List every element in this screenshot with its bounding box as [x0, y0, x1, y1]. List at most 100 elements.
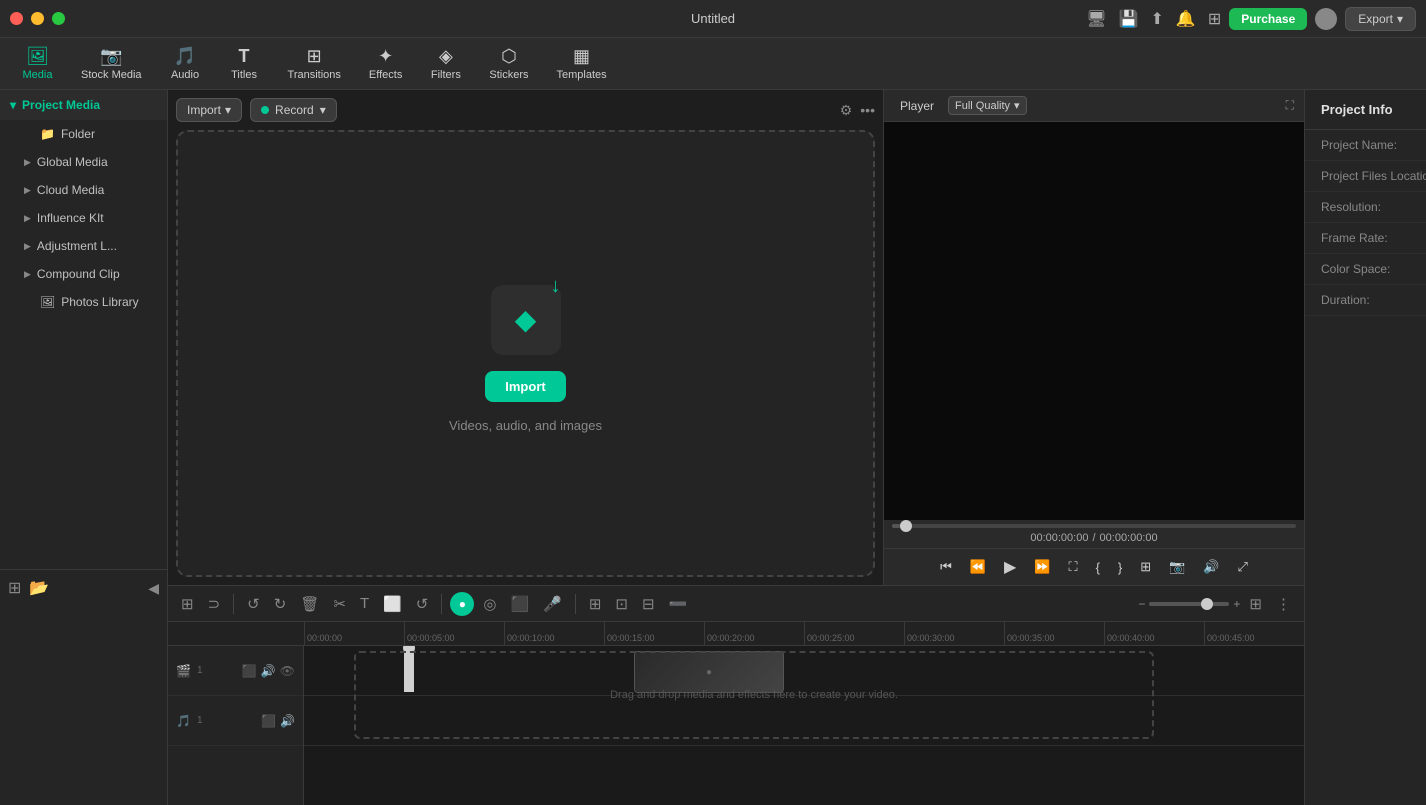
- zoom-thumb[interactable]: [1201, 598, 1213, 610]
- bell-icon[interactable]: 🔔: [1176, 9, 1196, 29]
- import-center-button[interactable]: Import: [485, 371, 565, 402]
- timeline-zoom-out-button[interactable]: ➖: [664, 592, 693, 616]
- video-clip[interactable]: ●: [634, 651, 784, 693]
- sidebar-item-photos-library[interactable]: 🖼 Photos Library: [0, 288, 167, 316]
- timeline-rotate-button[interactable]: ↺: [411, 592, 434, 616]
- progress-thumb[interactable]: [900, 520, 912, 532]
- toolbar-templates[interactable]: ▦ Templates: [544, 42, 618, 85]
- in-point-button[interactable]: {: [1092, 558, 1104, 577]
- timeline-clip-button[interactable]: ⬛: [505, 592, 534, 616]
- filter-icon[interactable]: ⚙: [840, 102, 853, 119]
- sidebar-item-global-media[interactable]: ▶ Global Media: [0, 148, 167, 176]
- player-tab[interactable]: Player: [894, 97, 940, 115]
- timeline-more-button[interactable]: ⋮: [1271, 592, 1296, 616]
- timeline-snap-button[interactable]: ⊞: [176, 592, 199, 616]
- project-media-header[interactable]: ▾ Project Media: [0, 90, 167, 120]
- toolbar-stickers[interactable]: ⬡ Stickers: [477, 42, 540, 85]
- total-time: 00:00:00:00: [1100, 532, 1158, 544]
- play-button[interactable]: ▶: [1000, 555, 1020, 579]
- timeline-redo-button[interactable]: ↻: [269, 592, 292, 616]
- close-button[interactable]: [10, 12, 23, 25]
- frame-forward-button[interactable]: ⏩: [1030, 557, 1054, 577]
- minimize-button[interactable]: [31, 12, 44, 25]
- more-options-icon[interactable]: •••: [860, 102, 875, 118]
- monitor-icon[interactable]: 🖥: [1086, 9, 1106, 29]
- import-button[interactable]: Import ▾: [176, 98, 242, 122]
- timeline-camera-button[interactable]: ◎: [478, 592, 501, 616]
- player-progress: 00:00:00:00 / 00:00:00:00: [884, 520, 1304, 548]
- timeline-record-button[interactable]: ●: [450, 592, 474, 616]
- timeline-delete-button[interactable]: 🗑: [295, 592, 324, 616]
- toolbar-audio[interactable]: 🎵 Audio: [158, 42, 213, 85]
- info-label-colorspace: Color Space:: [1321, 262, 1426, 276]
- skip-back-button[interactable]: ⏮: [936, 557, 956, 577]
- toolbar-filters[interactable]: ◈ Filters: [418, 42, 473, 85]
- sidebar-item-adjustment[interactable]: ▶ Adjustment L...: [0, 232, 167, 260]
- traffic-lights: [10, 12, 65, 25]
- audio-button[interactable]: 🔊: [1199, 557, 1223, 577]
- track-mute-icon[interactable]: 🔊: [261, 664, 276, 678]
- quality-select[interactable]: Full Quality ▾: [948, 96, 1027, 115]
- zoom-slider[interactable]: [1149, 602, 1229, 606]
- frame-back-button[interactable]: ⏪: [966, 557, 990, 577]
- avatar[interactable]: [1315, 8, 1337, 30]
- zoom-plus-icon[interactable]: +: [1233, 597, 1240, 611]
- collapse-sidebar-icon[interactable]: ◀: [148, 580, 159, 597]
- info-row-location: Project Files Location: /: [1305, 161, 1426, 192]
- timeline-crop-button[interactable]: ⬜: [378, 592, 407, 616]
- timeline-detach-button[interactable]: ⊞: [584, 592, 607, 616]
- sidebar-item-influence-kit[interactable]: ▶ Influence KIt: [0, 204, 167, 232]
- track-lock-icon[interactable]: 👁: [280, 664, 295, 678]
- record-button[interactable]: Record ▾: [250, 98, 337, 122]
- photos-icon: 🖼: [40, 295, 55, 309]
- out-point-button[interactable]: }: [1114, 558, 1126, 577]
- toolbar-media[interactable]: 🖼 Media: [10, 42, 65, 85]
- transform-button[interactable]: ⤢: [1234, 557, 1252, 577]
- upload-icon[interactable]: ⬆: [1151, 9, 1164, 29]
- progress-bar[interactable]: [892, 524, 1296, 528]
- audio-track-export-icon[interactable]: ⬛: [261, 714, 276, 728]
- toolbar-separator: [233, 594, 234, 614]
- maximize-button[interactable]: [52, 12, 65, 25]
- info-label-duration: Duration:: [1321, 293, 1426, 307]
- toolbar-effects[interactable]: ✦ Effects: [357, 42, 414, 85]
- playhead-line[interactable]: [404, 648, 414, 692]
- timeline-toolbar: ⊞ ⊃ ↺ ↻ 🗑 ✂ T ⬜ ↺ ● ◎ ⬛ 🎤 ⊞: [168, 586, 1304, 622]
- timeline-ruler: 00:00:00 00:00:05:00 00:00:10:00 00:00:1…: [168, 622, 1304, 646]
- sidebar-item-compound-clip[interactable]: ▶ Compound Clip: [0, 260, 167, 288]
- zoom-minus-icon[interactable]: −: [1138, 597, 1145, 611]
- audio-track-mute-icon[interactable]: 🔊: [280, 714, 295, 728]
- audio-track-number: 1: [197, 715, 203, 726]
- snapshot-button[interactable]: 📷: [1165, 557, 1189, 577]
- toolbar-stock-media[interactable]: 📷 Stock Media: [69, 42, 154, 85]
- import-btn-label: Import: [187, 103, 221, 117]
- timeline-speed-button[interactable]: ⊡: [610, 592, 633, 616]
- timeline-text-button[interactable]: T: [355, 592, 374, 615]
- timeline-split-button[interactable]: ⊃: [203, 592, 226, 616]
- fullscreen-icon[interactable]: ⛶: [1286, 98, 1294, 113]
- crop-button[interactable]: ⛶: [1064, 557, 1081, 577]
- toolbar-titles[interactable]: T Titles: [217, 42, 272, 85]
- sidebar-item-cloud-media[interactable]: ▶ Cloud Media: [0, 176, 167, 204]
- quality-chevron-icon: ▾: [1014, 99, 1020, 112]
- timeline-cut-button[interactable]: ✂: [328, 592, 351, 616]
- purchase-button[interactable]: Purchase: [1229, 8, 1307, 30]
- main-content: ▾ Project Media 📁 Folder ▶ Global Media …: [0, 90, 1426, 805]
- timeline-layout-button[interactable]: ⊞: [1244, 592, 1267, 616]
- track-export-icon[interactable]: ⬛: [242, 664, 257, 678]
- timeline-undo-button[interactable]: ↺: [242, 592, 265, 616]
- new-folder-icon[interactable]: ⊞: [8, 578, 21, 598]
- grid-icon[interactable]: ⊞: [1208, 9, 1221, 29]
- clip-insert-button[interactable]: ⊞: [1136, 557, 1155, 577]
- time-display: 00:00:00:00 / 00:00:00:00: [892, 532, 1296, 544]
- save-icon[interactable]: 💾: [1119, 9, 1139, 29]
- sidebar-item-folder[interactable]: 📁 Folder: [0, 120, 167, 148]
- player-topbar: Player Full Quality ▾ ⛶: [884, 90, 1304, 122]
- export-button[interactable]: Export ▾: [1345, 7, 1416, 31]
- timeline-pip-button[interactable]: ⊟: [637, 592, 660, 616]
- titlebar: Untitled 🖥 💾 ⬆ 🔔 ⊞ Purchase Export ▾: [0, 0, 1426, 38]
- drop-icon-wrap: ◆ ↓: [486, 275, 566, 355]
- timeline-voiceover-button[interactable]: 🎤: [538, 592, 567, 616]
- toolbar-transitions[interactable]: ⊞ Transitions: [276, 42, 353, 85]
- add-media-icon[interactable]: 📂: [29, 578, 49, 598]
